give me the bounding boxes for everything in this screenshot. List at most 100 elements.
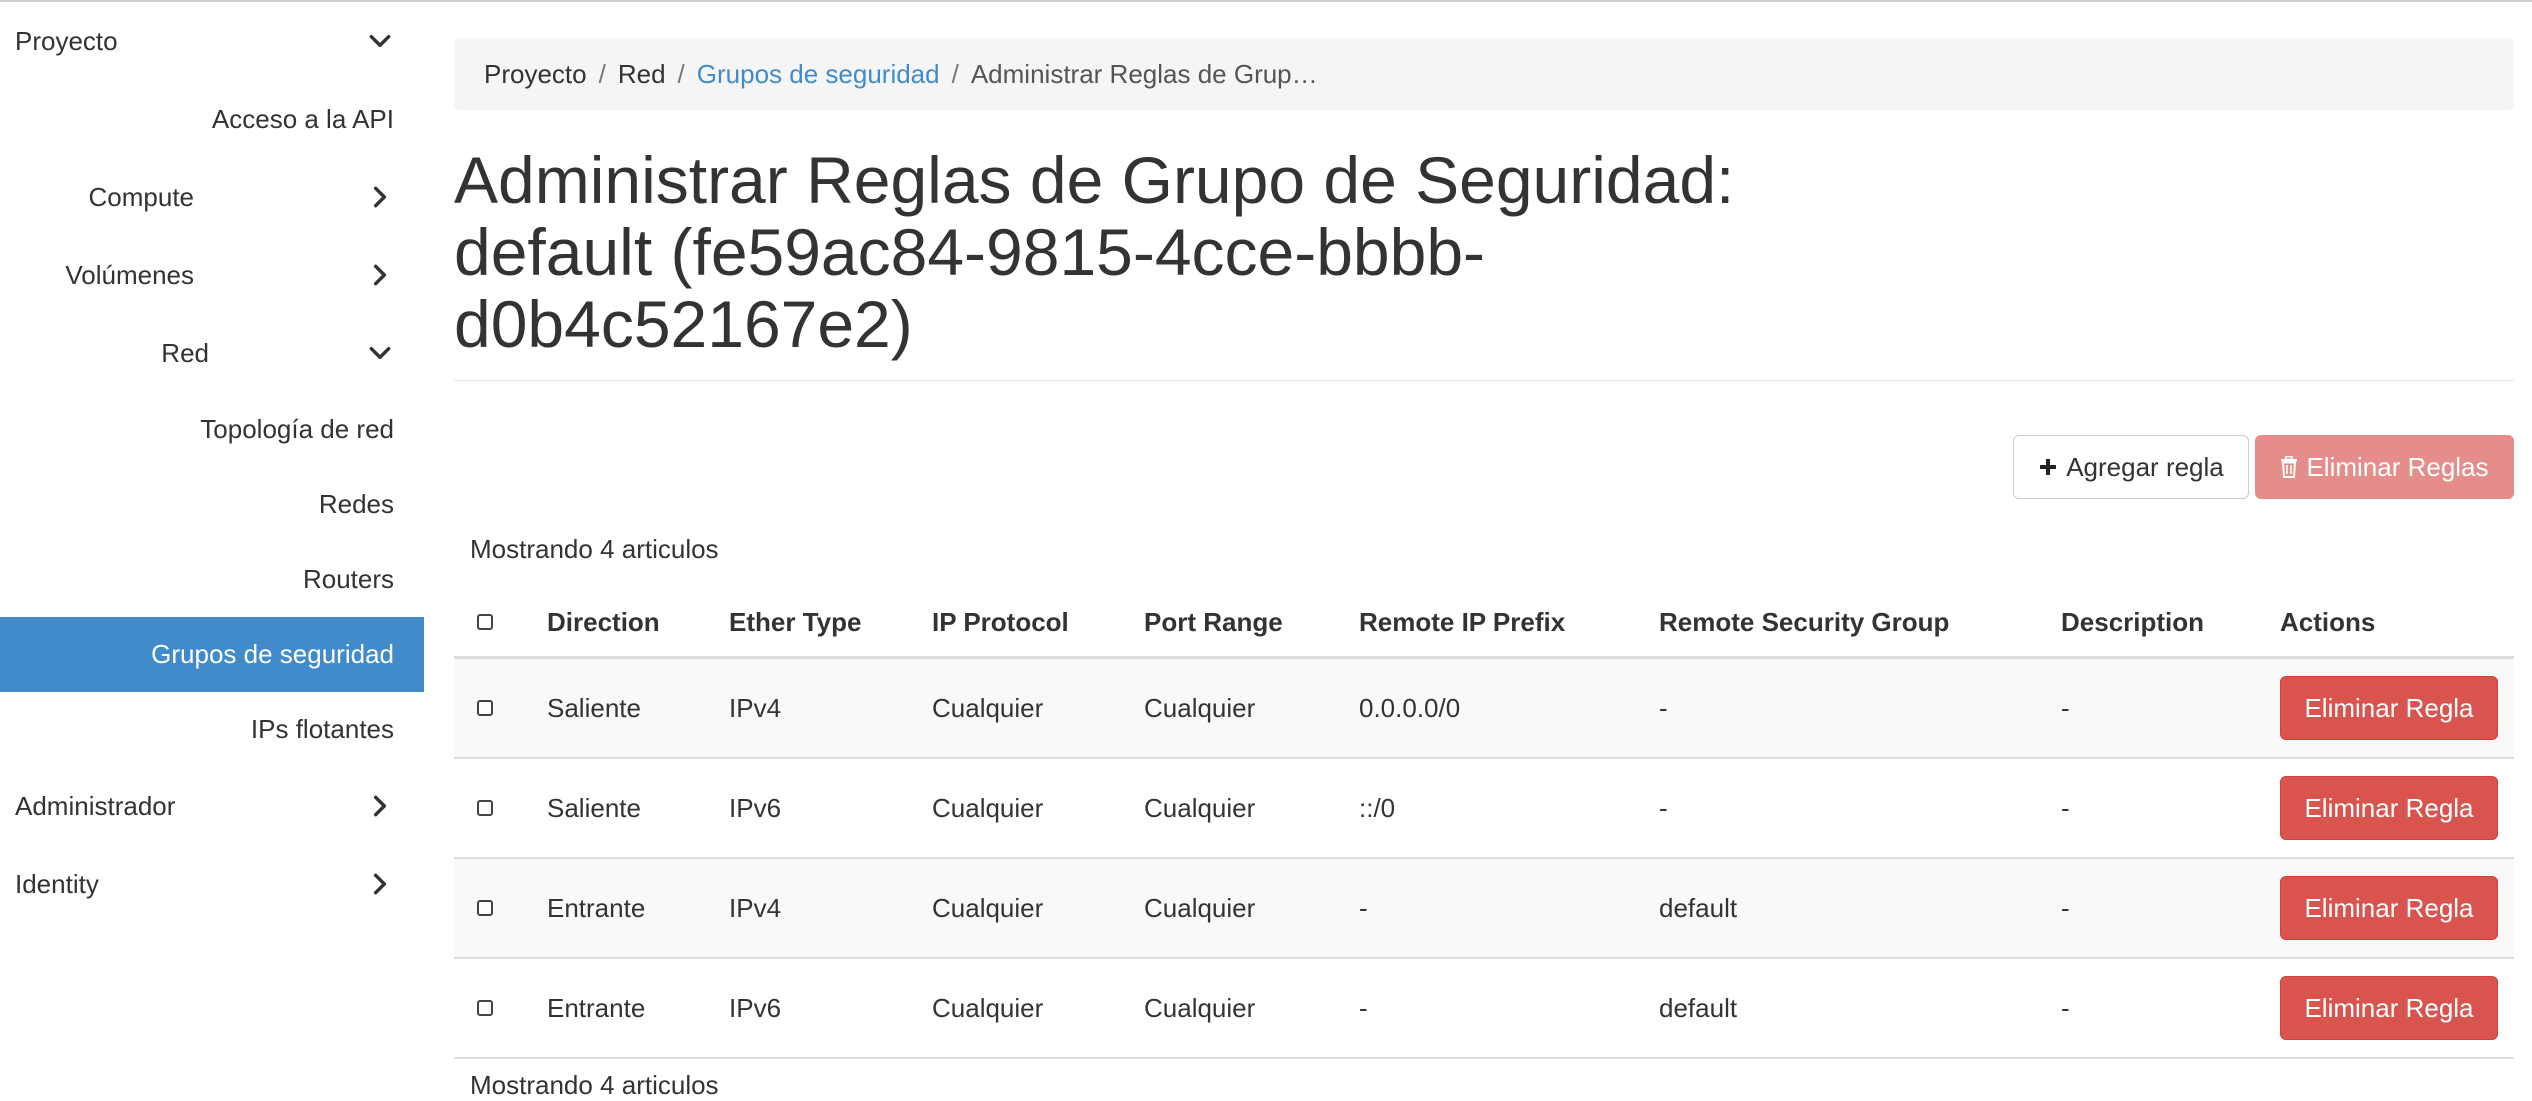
page-title-line: d0b4c52167e2) — [454, 287, 913, 361]
breadcrumb-separator: / — [951, 58, 959, 89]
chevron-right-icon — [366, 870, 394, 898]
column-header[interactable]: Remote IP Prefix — [1359, 588, 1565, 656]
trash-icon — [2280, 456, 2298, 478]
chevron-right-icon — [366, 792, 394, 820]
column-header[interactable]: Remote Security Group — [1659, 588, 1949, 656]
cell-direction: Entrante — [547, 992, 646, 1023]
breadcrumb-item-grupos-seguridad[interactable]: Grupos de seguridad — [697, 59, 940, 90]
column-header[interactable]: IP Protocol — [932, 588, 1069, 656]
breadcrumb-item-red[interactable]: Red — [618, 59, 666, 90]
cell-direction: Entrante — [547, 892, 646, 923]
row-checkbox[interactable] — [477, 1000, 493, 1016]
actions-cell: Eliminar Regla — [2280, 959, 2498, 1057]
sidebar-item-identity[interactable]: Identity — [0, 845, 424, 923]
cell-port-range: Cualquier — [1144, 892, 1256, 923]
cell-description: - — [2061, 992, 2070, 1023]
sidebar-item-red[interactable]: Red — [0, 314, 424, 392]
cell-direction: Saliente — [547, 792, 641, 823]
add-rule-label: Agregar regla — [2066, 451, 2224, 482]
chevron-right-icon — [366, 261, 394, 289]
table-row: Saliente IPv6 Cualquier Cualquier ::/0 -… — [454, 759, 2514, 859]
chevron-down-icon — [366, 339, 394, 367]
row-select-cell — [477, 959, 493, 1057]
select-all-checkbox[interactable] — [477, 614, 493, 630]
sidebar-nav: Proyecto Acceso a la API Compute Volúmen… — [0, 2, 424, 1086]
sidebar-item-label: Compute — [88, 181, 195, 212]
sidebar-item-redes[interactable]: Redes — [0, 467, 424, 542]
select-all-cell — [477, 588, 493, 656]
actions-cell: Eliminar Regla — [2280, 859, 2498, 957]
breadcrumb: Proyecto / Red / Grupos de seguridad / A… — [454, 38, 2514, 110]
chevron-down-icon — [366, 27, 394, 55]
breadcrumb-separator: / — [677, 58, 685, 89]
cell-remote-ip-prefix: 0.0.0.0/0 — [1359, 692, 1461, 723]
column-header: Actions — [2280, 606, 2376, 637]
column-header[interactable]: Port Range — [1144, 588, 1283, 656]
sidebar-item-label: Administrador — [15, 790, 176, 821]
sidebar-item-volumenes[interactable]: Volúmenes — [0, 236, 424, 314]
rules-table: Direction Ether Type IP Protocol Port Ra… — [454, 588, 2514, 1059]
row-checkbox[interactable] — [477, 800, 493, 816]
chevron-right-icon — [366, 183, 394, 211]
sidebar-item-label: Acceso a la API — [211, 103, 394, 134]
column-header[interactable]: Ether Type — [729, 588, 861, 656]
actions-cell: Eliminar Regla — [2280, 659, 2498, 757]
sidebar-item-topologia[interactable]: Topología de red — [0, 392, 424, 467]
delete-rule-button[interactable]: Eliminar Regla — [2280, 876, 2498, 940]
row-checkbox[interactable] — [477, 900, 493, 916]
column-header[interactable]: Description — [2061, 588, 2204, 656]
sidebar-item-ips-flotantes[interactable]: IPs flotantes — [0, 692, 424, 767]
table-header: Direction Ether Type IP Protocol Port Ra… — [454, 588, 2514, 659]
sidebar-item-routers[interactable]: Routers — [0, 542, 424, 617]
row-select-cell — [477, 759, 493, 857]
cell-ip-protocol: Cualquier — [932, 892, 1044, 923]
delete-rule-button[interactable]: Eliminar Regla — [2280, 676, 2498, 740]
cell-ip-protocol: Cualquier — [932, 792, 1044, 823]
sidebar-item-label: Routers — [302, 564, 394, 594]
breadcrumb-separator: / — [598, 58, 606, 89]
sidebar-item-label: Topología de red — [200, 414, 394, 444]
plus-icon — [2038, 457, 2058, 477]
sidebar-item-label: Red — [161, 337, 209, 368]
sidebar-item-proyecto[interactable]: Proyecto — [0, 2, 424, 80]
delete-rules-button[interactable]: Eliminar Reglas — [2255, 435, 2514, 499]
page-title-line: Administrar Reglas de Grupo de Seguridad… — [454, 143, 1735, 217]
cell-ether-type: IPv6 — [729, 792, 782, 823]
cell-remote-security-group: - — [1659, 792, 1668, 823]
cell-port-range: Cualquier — [1144, 692, 1256, 723]
sidebar-item-label: IPs flotantes — [250, 714, 394, 744]
cell-description: - — [2061, 692, 2070, 723]
cell-description: - — [2061, 892, 2070, 923]
sidebar-item-label: Redes — [318, 489, 394, 519]
cell-ip-protocol: Cualquier — [932, 992, 1044, 1023]
cell-remote-security-group: default — [1659, 892, 1738, 923]
page-title: Administrar Reglas de Grupo de Seguridad… — [454, 144, 1954, 360]
row-checkbox[interactable] — [477, 700, 493, 716]
table-row: Entrante IPv4 Cualquier Cualquier - defa… — [454, 859, 2514, 959]
column-header[interactable]: Direction — [547, 588, 660, 656]
cell-remote-security-group: default — [1659, 992, 1738, 1023]
cell-remote-security-group: - — [1659, 692, 1668, 723]
cell-ether-type: IPv4 — [729, 692, 782, 723]
breadcrumb-item-proyecto[interactable]: Proyecto — [484, 59, 587, 90]
sidebar-item-acceso-api[interactable]: Acceso a la API — [0, 80, 424, 158]
cell-remote-ip-prefix: ::/0 — [1359, 792, 1396, 823]
cell-ip-protocol: Cualquier — [932, 692, 1044, 723]
items-count: Mostrando 4 articulos — [470, 534, 719, 564]
page-title-line: default (fe59ac84-9815-4cce-bbbb- — [454, 215, 1486, 289]
cell-description: - — [2061, 792, 2070, 823]
delete-rule-button[interactable]: Eliminar Regla — [2280, 776, 2498, 840]
sidebar-item-label: Identity — [15, 868, 99, 899]
cell-remote-ip-prefix: - — [1359, 892, 1368, 923]
delete-rule-button[interactable]: Eliminar Regla — [2280, 976, 2498, 1040]
add-rule-button[interactable]: Agregar regla — [2013, 435, 2249, 499]
sidebar-item-compute[interactable]: Compute — [0, 158, 424, 236]
table-row: Saliente IPv4 Cualquier Cualquier 0.0.0.… — [454, 659, 2514, 759]
table-row: Entrante IPv6 Cualquier Cualquier - defa… — [454, 959, 2514, 1059]
delete-rules-label: Eliminar Reglas — [2306, 451, 2489, 482]
sidebar-item-label: Grupos de seguridad — [151, 639, 394, 669]
sidebar-item-label: Volúmenes — [65, 259, 194, 290]
sidebar-item-grupos-seguridad[interactable]: Grupos de seguridad — [0, 617, 424, 692]
sidebar-item-administrador[interactable]: Administrador — [0, 767, 424, 845]
cell-port-range: Cualquier — [1144, 792, 1256, 823]
